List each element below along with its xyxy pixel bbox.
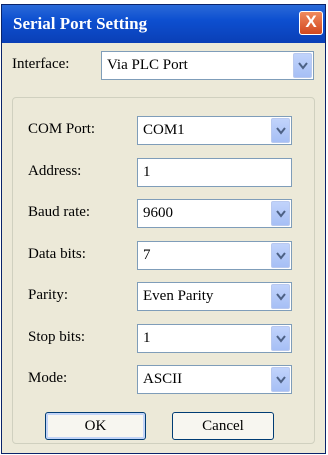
address-label: Address: — [28, 163, 82, 179]
chevron-down-icon — [276, 252, 286, 260]
interface-label: Interface: — [12, 56, 70, 72]
mode-value: ASCII — [143, 371, 183, 387]
stop-bits-value: 1 — [143, 330, 151, 346]
chevron-down-icon — [298, 62, 308, 70]
address-value: 1 — [143, 164, 151, 180]
data-bits-value: 7 — [143, 247, 151, 263]
chevron-down-icon — [276, 210, 286, 218]
com-port-label: COM Port: — [28, 121, 96, 137]
close-button[interactable]: X — [299, 11, 323, 35]
interface-select[interactable]: Via PLC Port — [101, 51, 314, 80]
parity-dropdown-button[interactable] — [271, 284, 290, 309]
window-title: Serial Port Setting — [13, 14, 148, 33]
baud-rate-value: 9600 — [143, 205, 173, 221]
baud-rate-dropdown-button[interactable] — [271, 201, 290, 226]
data-bits-dropdown-button[interactable] — [271, 243, 290, 268]
mode-dropdown-button[interactable] — [271, 367, 290, 392]
parity-label: Parity: — [28, 287, 68, 303]
baud-rate-select[interactable]: 9600 — [137, 199, 292, 228]
ok-button[interactable]: OK — [45, 412, 146, 440]
com-port-dropdown-button[interactable] — [271, 118, 290, 143]
parity-value: Even Parity — [143, 288, 214, 304]
title-bar[interactable]: Serial Port Setting X — [2, 5, 325, 43]
data-bits-select[interactable]: 7 — [137, 241, 292, 270]
close-icon: X — [305, 12, 317, 31]
chevron-down-icon — [276, 293, 286, 301]
mode-select[interactable]: ASCII — [137, 365, 292, 394]
com-port-select[interactable]: COM1 — [137, 116, 292, 145]
mode-label: Mode: — [28, 370, 68, 386]
cancel-button[interactable]: Cancel — [172, 412, 274, 440]
chevron-down-icon — [276, 376, 286, 384]
stop-bits-dropdown-button[interactable] — [271, 326, 290, 351]
stop-bits-select[interactable]: 1 — [137, 324, 292, 353]
interface-value: Via PLC Port — [107, 57, 188, 73]
address-input[interactable]: 1 — [137, 158, 292, 187]
data-bits-label: Data bits: — [28, 246, 86, 262]
parity-select[interactable]: Even Parity — [137, 282, 292, 311]
com-port-value: COM1 — [143, 122, 185, 138]
chevron-down-icon — [276, 127, 286, 135]
chevron-down-icon — [276, 335, 286, 343]
stop-bits-label: Stop bits: — [28, 329, 86, 345]
serial-port-setting-dialog: Serial Port Setting X Interface: Via PLC… — [1, 4, 326, 454]
baud-rate-label: Baud rate: — [28, 204, 91, 220]
interface-dropdown-button[interactable] — [293, 53, 312, 78]
